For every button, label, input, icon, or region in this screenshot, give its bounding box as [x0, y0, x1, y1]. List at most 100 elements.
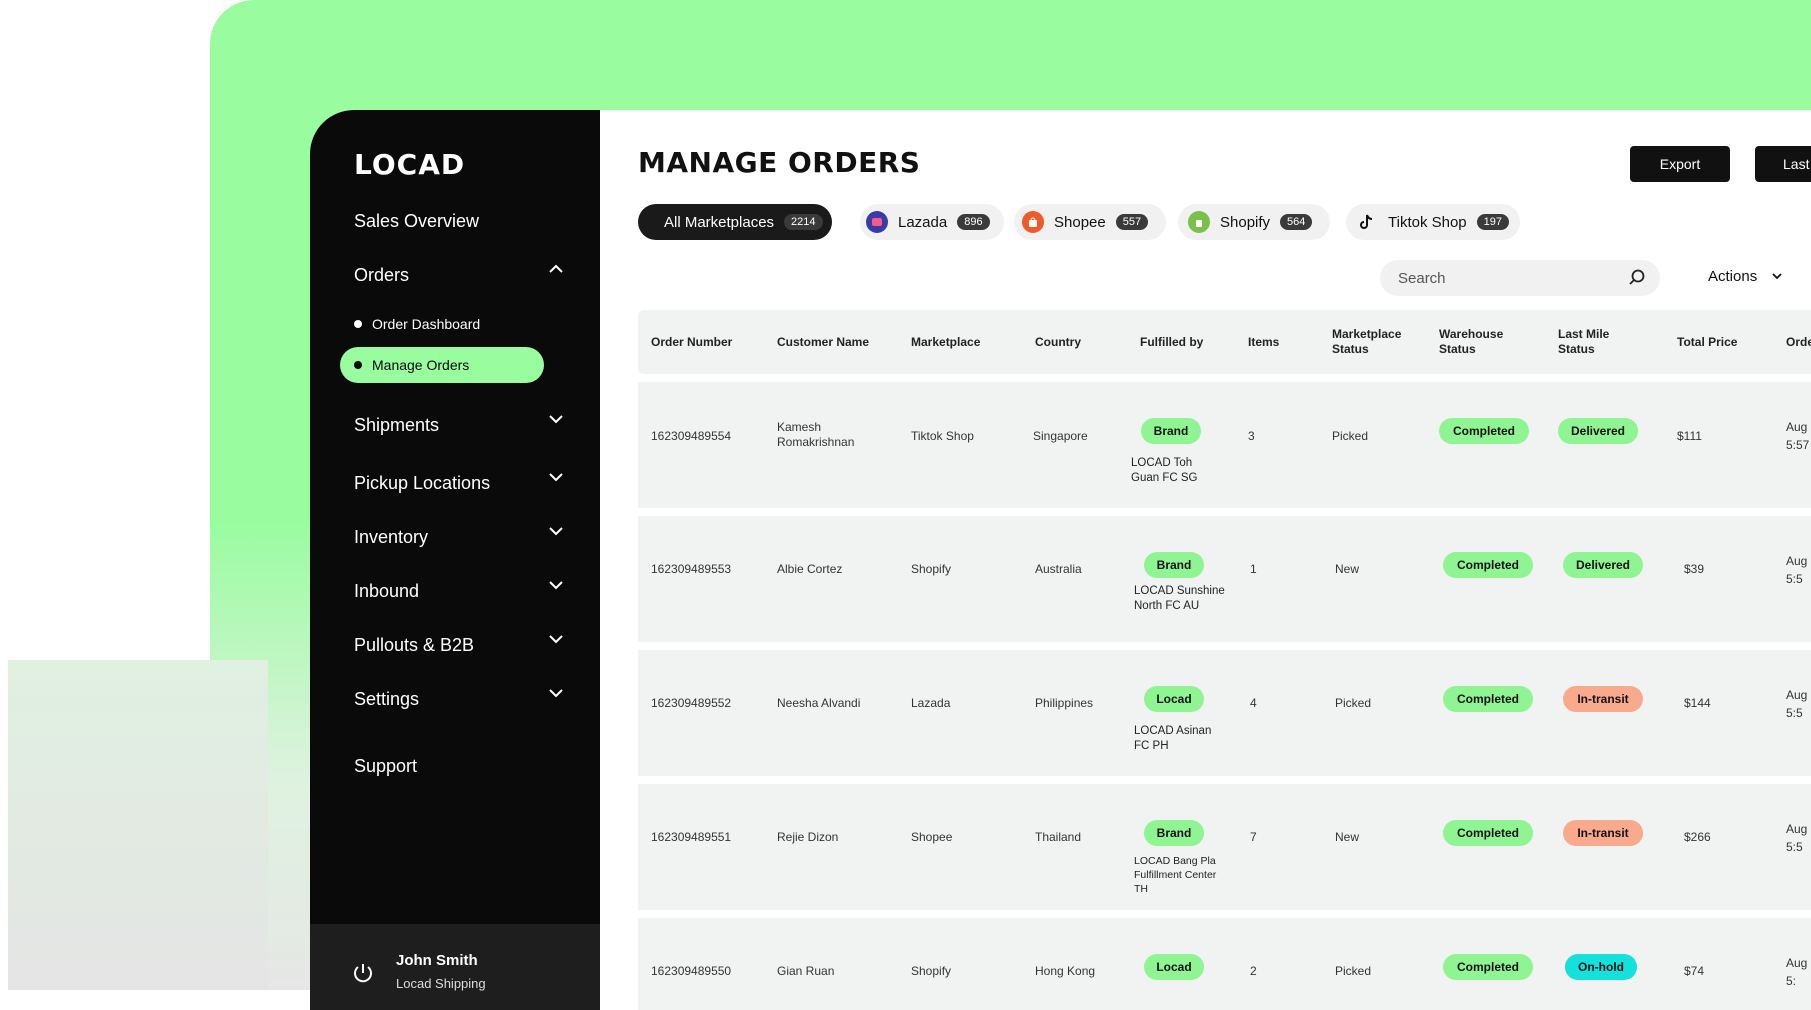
- customer-name: Gian Ruan: [777, 964, 835, 978]
- fulfilled-by-badge: Locad: [1144, 954, 1204, 980]
- last-button[interactable]: Last: [1755, 146, 1811, 182]
- sidebar-item-pickup-locations[interactable]: Pickup Locations: [354, 473, 564, 494]
- column-header[interactable]: Items: [1248, 310, 1308, 374]
- sidebar-item-inbound[interactable]: Inbound: [354, 581, 564, 602]
- table-row[interactable]: 162309489551 Rejie Dizon Shopee Thailand…: [638, 784, 1811, 910]
- search-icon[interactable]: [1628, 269, 1646, 291]
- fulfillment-location: LOCAD Bang Pla Fulfillment Center TH: [1134, 855, 1217, 895]
- marketplace-chip-label: Shopify: [1220, 213, 1271, 231]
- shopify-icon: [1188, 211, 1210, 233]
- sidebar-item-label: Pullouts & B2B: [354, 635, 475, 655]
- column-header[interactable]: Fulfilled by: [1140, 310, 1230, 374]
- total-price: $144: [1684, 696, 1711, 710]
- user-profile[interactable]: John Smith Locad Shipping: [310, 924, 600, 1010]
- actions-dropdown[interactable]: Actions: [1708, 268, 1783, 286]
- sidebar-item-label: Inbound: [354, 581, 420, 601]
- page-title: MANAGE ORDERS: [638, 146, 921, 179]
- sidebar-item-sales-overview[interactable]: Sales Overview: [354, 211, 564, 232]
- table-row[interactable]: 162309489553 Albie Cortez Shopify Austra…: [638, 516, 1811, 642]
- fulfillment-location: LOCAD Toh Guan FC SG: [1131, 457, 1198, 484]
- chevron-down-icon: [1771, 269, 1783, 286]
- marketplace-chip-tiktok[interactable]: Tiktok Shop 197: [1346, 204, 1520, 240]
- order-date: Aug: [1786, 956, 1808, 970]
- chevron-down-icon: [548, 411, 564, 427]
- marketplace-name: Shopee: [911, 830, 953, 844]
- bullet-icon: [354, 320, 362, 328]
- last-mile-status-badge: On-hold: [1565, 954, 1637, 980]
- marketplace-chip-shopee[interactable]: Shopee 557: [1014, 204, 1166, 240]
- order-date: Aug: [1786, 822, 1808, 836]
- items-count: 1: [1250, 562, 1257, 576]
- shopee-icon: [1022, 211, 1044, 233]
- sidebar-subitem-manage-orders[interactable]: Manage Orders: [340, 347, 544, 383]
- chevron-down-icon: [548, 685, 564, 701]
- marketplace-name: Lazada: [911, 696, 951, 710]
- fulfilled-by-badge: Brand: [1141, 418, 1201, 444]
- sidebar-item-label: Inventory: [354, 527, 429, 547]
- sidebar-item-label: Shipments: [354, 415, 440, 435]
- marketplace-status: Picked: [1335, 696, 1372, 710]
- search-input[interactable]: Search: [1380, 260, 1660, 296]
- column-header[interactable]: Marketplace Status: [1332, 310, 1418, 374]
- warehouse-status-badge: Completed: [1443, 820, 1533, 846]
- bullet-icon: [354, 361, 362, 369]
- column-header[interactable]: Last Mile Status: [1558, 310, 1644, 374]
- column-header[interactable]: Customer Name: [777, 310, 887, 374]
- table-header: Order Number Customer Name Marketplace C…: [638, 310, 1811, 374]
- order-number[interactable]: 162309489552: [651, 696, 731, 711]
- country: Singapore: [1033, 429, 1088, 443]
- table-row[interactable]: 162309489550 Gian Ruan Shopify Hong Kong…: [638, 918, 1811, 1010]
- last-mile-status-badge: Delivered: [1558, 418, 1638, 444]
- country: Philippines: [1035, 696, 1094, 710]
- main-content: MANAGE ORDERS Export Last All Marketplac…: [600, 110, 1811, 1010]
- power-icon[interactable]: [350, 960, 376, 986]
- table-row[interactable]: 162309489552 Neesha Alvandi Lazada Phili…: [638, 650, 1811, 776]
- sidebar-subitem-order-dashboard[interactable]: Order Dashboard: [340, 306, 544, 342]
- order-number[interactable]: 162309489550: [651, 964, 731, 979]
- sidebar-item-orders[interactable]: Orders: [354, 264, 564, 286]
- sidebar-item-pullouts-b2b[interactable]: Pullouts & B2B: [354, 635, 564, 656]
- sidebar: LOCAD Sales Overview Orders Order Dashbo…: [310, 110, 600, 1010]
- marketplace-chip-lazada[interactable]: Lazada 896: [860, 204, 1004, 240]
- last-mile-status-badge: In-transit: [1563, 686, 1643, 712]
- sidebar-item-settings[interactable]: Settings: [354, 689, 564, 710]
- marketplace-chip-all[interactable]: All Marketplaces 2214: [638, 204, 832, 240]
- column-header[interactable]: Total Price: [1677, 310, 1757, 374]
- column-header[interactable]: Country: [1035, 310, 1115, 374]
- sidebar-item-label: Sales Overview: [354, 211, 480, 231]
- sidebar-item-inventory[interactable]: Inventory: [354, 527, 564, 548]
- sidebar-item-label: Order Dashboard: [372, 316, 481, 332]
- marketplace-status: Picked: [1332, 429, 1369, 443]
- country: Hong Kong: [1035, 964, 1096, 978]
- customer-name: Albie Cortez: [777, 562, 843, 576]
- actions-label: Actions: [1708, 268, 1758, 285]
- marketplace-status: Picked: [1335, 964, 1372, 978]
- sidebar-item-label: Support: [354, 756, 418, 776]
- column-header[interactable]: Order Number: [651, 310, 751, 374]
- order-number[interactable]: 162309489554: [651, 429, 731, 444]
- column-header[interactable]: Warehouse Status: [1439, 310, 1525, 374]
- export-button[interactable]: Export: [1630, 146, 1730, 182]
- marketplace-chip-shopify[interactable]: Shopify 564: [1178, 204, 1330, 240]
- last-mile-status-badge: In-transit: [1563, 820, 1643, 846]
- fulfillment-location: LOCAD Sunshine North FC AU: [1134, 585, 1225, 612]
- items-count: 4: [1250, 696, 1257, 710]
- country: Thailand: [1035, 830, 1082, 844]
- table-row[interactable]: 162309489554 Kamesh Romakrishnan Tiktok …: [638, 382, 1811, 508]
- items-count: 7: [1250, 830, 1257, 844]
- marketplace-chip-label: Shopee: [1054, 213, 1106, 231]
- order-number[interactable]: 162309489553: [651, 562, 731, 577]
- sidebar-item-label: Orders: [354, 265, 410, 285]
- locad-logo[interactable]: LOCAD: [354, 148, 465, 181]
- fulfilled-by-badge: Brand: [1144, 552, 1204, 578]
- column-header[interactable]: Orde: [1786, 310, 1811, 374]
- sidebar-item-support[interactable]: Support: [354, 756, 564, 777]
- sidebar-item-label: Pickup Locations: [354, 473, 491, 493]
- total-price: $39: [1684, 562, 1705, 576]
- order-number[interactable]: 162309489551: [651, 830, 731, 845]
- sidebar-item-shipments[interactable]: Shipments: [354, 415, 564, 436]
- order-time: 5:5: [1786, 840, 1803, 854]
- warehouse-status-badge: Completed: [1439, 418, 1529, 444]
- sidebar-item-label: Manage Orders: [372, 357, 470, 373]
- column-header[interactable]: Marketplace: [911, 310, 1011, 374]
